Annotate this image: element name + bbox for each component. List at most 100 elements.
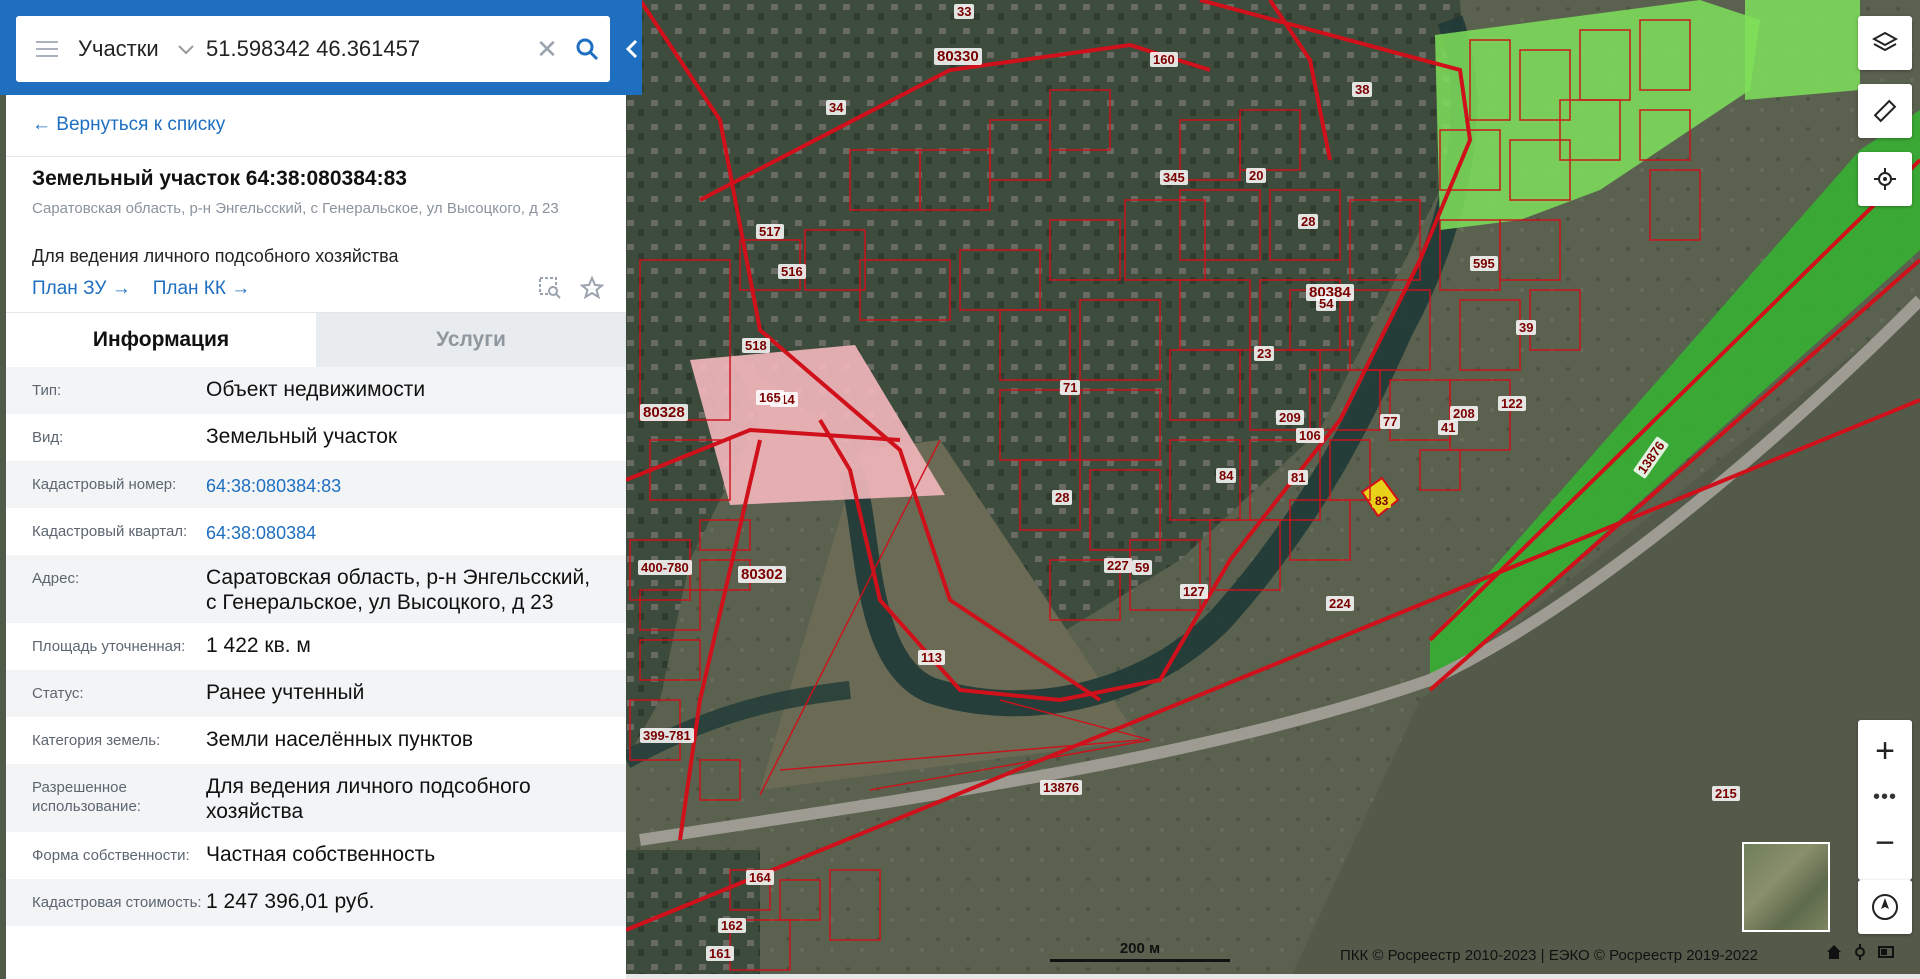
collapse-panel-chevron-icon[interactable] bbox=[622, 24, 642, 74]
parcel-label[interactable]: 77 bbox=[1380, 414, 1401, 429]
parcel-label[interactable]: 127 bbox=[1180, 584, 1208, 599]
tab-bar: Информация Услуги bbox=[6, 313, 626, 367]
plan-links: План ЗУ → План КК → bbox=[32, 278, 250, 300]
parcel-label[interactable]: 518 bbox=[742, 338, 770, 353]
row-key: Разрешенное использование: bbox=[32, 779, 141, 815]
parcel-label[interactable]: 59 bbox=[1132, 560, 1153, 575]
parcel-label[interactable]: 122 bbox=[1498, 396, 1526, 411]
parcel-label[interactable]: 400-780 bbox=[638, 560, 692, 575]
page-title: Земельный участок 64:38:080384:83 bbox=[32, 167, 407, 190]
parcel-label[interactable]: 595 bbox=[1470, 256, 1498, 271]
parcel-label[interactable]: 23 bbox=[1254, 346, 1275, 361]
more-icon[interactable]: ••• bbox=[1858, 782, 1912, 812]
minimap[interactable] bbox=[1742, 842, 1830, 932]
tab-services[interactable]: Услуги bbox=[316, 313, 626, 367]
plus-icon[interactable]: + bbox=[1858, 720, 1912, 782]
row-key: Адрес: bbox=[32, 570, 80, 587]
cadastral-number-link[interactable]: 64:38:080384:83 bbox=[206, 469, 626, 499]
parcel-label[interactable]: 209 bbox=[1276, 410, 1304, 425]
parcel-label[interactable]: 224 bbox=[1326, 596, 1354, 611]
parcel-label[interactable]: 227 bbox=[1104, 558, 1132, 573]
row-key: Статус: bbox=[32, 685, 84, 702]
scale-bar: 200 м bbox=[1050, 940, 1230, 962]
parcel-label[interactable]: 33 bbox=[954, 4, 975, 19]
row-value: Ранее учтенный bbox=[206, 681, 365, 704]
parcel-label[interactable]: 164 bbox=[746, 870, 774, 885]
row-value: Земли населённых пунктов bbox=[206, 728, 474, 751]
layers-icon[interactable] bbox=[1858, 16, 1912, 70]
minus-icon[interactable]: − bbox=[1858, 812, 1912, 874]
bottom-toolbar bbox=[1826, 944, 1894, 965]
back-to-list-link[interactable]: ← Вернуться к списку bbox=[32, 114, 225, 136]
cadastral-block-link[interactable]: 64:38:080384 bbox=[206, 516, 626, 546]
parcel-label[interactable]: 208 bbox=[1450, 406, 1478, 421]
address-subtitle: Саратовская область, р-н Энгельсский, с … bbox=[32, 200, 559, 217]
table-row: Адрес: Саратовская область, р-н Энгельсск… bbox=[6, 555, 626, 623]
row-value: Для ведения личного подсобного хозяйства bbox=[206, 775, 531, 823]
position-icon[interactable] bbox=[1852, 944, 1868, 965]
row-key: Кадастровая стоимость: bbox=[32, 894, 202, 911]
parcel-label[interactable]: 28 bbox=[1298, 214, 1319, 229]
parcel-label[interactable]: 516 bbox=[778, 264, 806, 279]
fullscreen-icon[interactable] bbox=[1878, 944, 1894, 965]
status-strip bbox=[626, 974, 1920, 979]
row-value: Частная собственность bbox=[206, 843, 436, 866]
table-row: Тип: Объект недвижимости bbox=[6, 367, 626, 414]
parcel-label[interactable]: 113 bbox=[918, 650, 945, 665]
row-key: Форма собственности: bbox=[32, 847, 190, 864]
close-icon[interactable]: ✕ bbox=[530, 34, 564, 65]
row-key: Кадастровый номер: bbox=[32, 476, 177, 493]
tab-info[interactable]: Информация bbox=[6, 313, 316, 367]
parcel-label[interactable]: 34 bbox=[826, 100, 847, 115]
table-row: Кадастровая стоимость: 1 247 396,01 руб. bbox=[6, 879, 626, 926]
parcel-label[interactable]: 38 bbox=[1352, 82, 1373, 97]
info-panel: ← Вернуться к списку Земельный участок 6… bbox=[6, 0, 626, 979]
plan-zu-link[interactable]: План ЗУ → bbox=[32, 278, 131, 300]
parcel-label[interactable]: 215 bbox=[1712, 786, 1740, 801]
parcel-label[interactable]: 160 bbox=[1150, 52, 1178, 67]
scale-line bbox=[1050, 959, 1230, 962]
back-label: Вернуться к списку bbox=[56, 114, 226, 135]
parcel-label[interactable]: 106 bbox=[1296, 428, 1324, 443]
search-type-select[interactable]: Участки bbox=[78, 36, 178, 62]
parcel-label[interactable]: 71 bbox=[1060, 380, 1081, 395]
search-bar: Участки ✕ bbox=[0, 0, 642, 95]
parcel-label[interactable]: 39 bbox=[1516, 320, 1537, 335]
parcel-label[interactable]: 20 bbox=[1246, 168, 1267, 183]
block-label: 80302 bbox=[738, 566, 786, 583]
crosshair-icon[interactable] bbox=[1858, 152, 1912, 206]
parcel-label[interactable]: 345 bbox=[1160, 170, 1188, 185]
compass-icon[interactable] bbox=[1858, 880, 1912, 934]
parcel-label[interactable]: 13876 bbox=[1040, 780, 1083, 795]
row-key: Категория земель: bbox=[32, 732, 161, 749]
table-row: Площадь уточненная: 1 422 кв. м bbox=[6, 623, 626, 670]
parcel-label[interactable]: 161 bbox=[706, 946, 734, 961]
row-value: Объект недвижимости bbox=[206, 378, 426, 401]
parcel-label[interactable]: 165 bbox=[756, 390, 784, 405]
info-table: Тип: Объект недвижимости Вид: Земельный уч… bbox=[6, 367, 626, 926]
parcel-label[interactable]: 84 bbox=[1216, 468, 1237, 483]
star-icon[interactable] bbox=[579, 275, 605, 305]
usage-subtitle: Для ведения личного подсобного хозяйства bbox=[32, 246, 399, 266]
search-input[interactable] bbox=[206, 36, 530, 62]
search-box: Участки ✕ bbox=[16, 16, 610, 82]
search-icon[interactable] bbox=[564, 16, 610, 82]
parcel-label[interactable]: 81 bbox=[1288, 470, 1309, 485]
zoom-to-object-icon[interactable] bbox=[538, 276, 562, 305]
parcel-label-selected[interactable]: 83 bbox=[1372, 494, 1392, 508]
chevron-down-icon[interactable] bbox=[178, 39, 206, 60]
ruler-icon[interactable] bbox=[1858, 84, 1912, 138]
parcel-label[interactable]: 54 bbox=[1316, 296, 1337, 311]
table-row: Кадастровый квартал: 64:38:080384 bbox=[6, 508, 626, 555]
parcel-label[interactable]: 517 bbox=[756, 224, 784, 239]
home-icon[interactable] bbox=[1826, 944, 1842, 965]
hamburger-icon[interactable] bbox=[16, 16, 78, 82]
zoom-controls: + ••• − bbox=[1858, 720, 1912, 880]
parcel-label[interactable]: 399-781 bbox=[640, 728, 694, 743]
parcel-label[interactable]: 41 bbox=[1438, 420, 1459, 435]
parcel-label[interactable]: 162 bbox=[718, 918, 746, 933]
parcel-label[interactable]: 28 bbox=[1052, 490, 1073, 505]
block-label: 80330 bbox=[934, 48, 982, 65]
copyright-text: ПКК © Росреестр 2010-2023 | ЕЭКО © Росре… bbox=[1340, 947, 1758, 964]
plan-kk-link[interactable]: План КК → bbox=[153, 278, 251, 300]
